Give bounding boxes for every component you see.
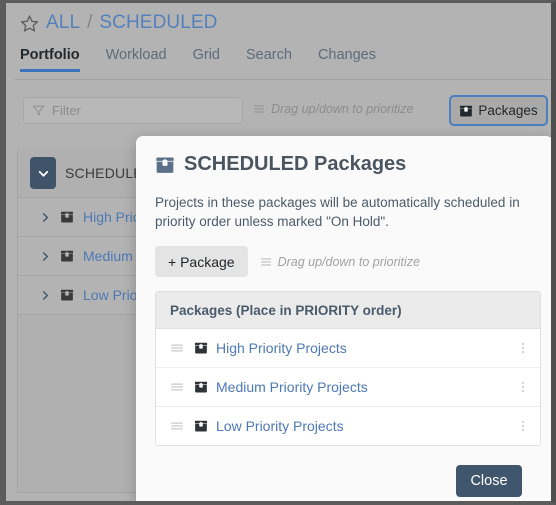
app-window: ALL / SCHEDULED Portfolio Workload Grid … [0,0,556,505]
table-row-label[interactable]: Medium Priority Projects [216,379,516,395]
chevron-right-icon[interactable] [40,211,51,224]
funnel-icon [32,104,45,117]
tab-workload[interactable]: Workload [106,47,167,72]
modal-drag-hint-label: Drag up/down to prioritize [277,254,420,269]
tab-portfolio[interactable]: Portfolio [20,47,80,72]
star-outline-icon[interactable] [20,14,39,33]
table-row[interactable]: Low Priority Projects [156,407,540,445]
box-icon [60,249,74,263]
kebab-menu-icon[interactable] [516,418,530,434]
kebab-menu-icon[interactable] [516,379,530,395]
toolbar-drag-hint: Drag up/down to prioritize [253,102,413,116]
box-icon [60,288,74,302]
table-row[interactable]: High Priority Projects [156,329,540,368]
chevron-right-icon[interactable] [40,250,51,263]
packages-table-header: Packages (Place in PRIORITY order) [156,292,540,329]
table-row-label[interactable]: High Priority Projects [216,340,516,356]
breadcrumb: ALL / SCHEDULED [20,12,217,34]
modal-title-label: SCHEDULED Packages [184,153,407,175]
bars-icon [260,256,272,268]
chevron-down-icon[interactable] [30,157,56,189]
box-icon [194,341,216,355]
toolbar-drag-hint-label: Drag up/down to prioritize [271,102,414,116]
kebab-menu-icon[interactable] [516,340,530,356]
box-icon [194,380,216,394]
packages-table: Packages (Place in PRIORITY order) High [155,291,541,446]
drag-handle-icon[interactable] [170,341,194,355]
modal-description: Projects in these packages will be autom… [155,195,520,229]
box-icon [194,419,216,433]
tab-bar: Portfolio Workload Grid Search Changes [20,47,376,72]
bars-icon [253,103,265,115]
tab-grid[interactable]: Grid [193,47,220,72]
tab-search[interactable]: Search [246,47,292,72]
packages-button-label: Packages [478,103,538,118]
modal-actions-row: + Package Drag up/down to prioritize [155,246,420,277]
close-button[interactable]: Close [456,465,522,497]
toolbar: Filter Drag up/down to prioritize Packag… [6,95,551,131]
modal-drag-hint: Drag up/down to prioritize [260,255,420,269]
modal-title: SCHEDULED Packages [155,153,406,176]
table-row-label[interactable]: Low Priority Projects [216,418,516,434]
tab-bar-divider [14,79,551,80]
tab-changes[interactable]: Changes [318,47,376,72]
filter-input[interactable]: Filter [23,97,243,124]
packages-modal: SCHEDULED Packages Projects in these pac… [136,136,551,501]
add-package-button[interactable]: + Package [155,246,248,277]
drag-handle-icon[interactable] [170,380,194,394]
drag-handle-icon[interactable] [170,419,194,433]
breadcrumb-root[interactable]: ALL [46,12,80,34]
table-row[interactable]: Medium Priority Projects [156,368,540,407]
box-icon [155,155,175,175]
chevron-right-icon[interactable] [40,289,51,302]
box-icon [60,210,74,224]
packages-button[interactable]: Packages [449,95,548,126]
box-icon [459,104,473,118]
filter-placeholder: Filter [52,103,81,118]
breadcrumb-separator: / [87,12,93,33]
breadcrumb-current[interactable]: SCHEDULED [99,12,217,34]
